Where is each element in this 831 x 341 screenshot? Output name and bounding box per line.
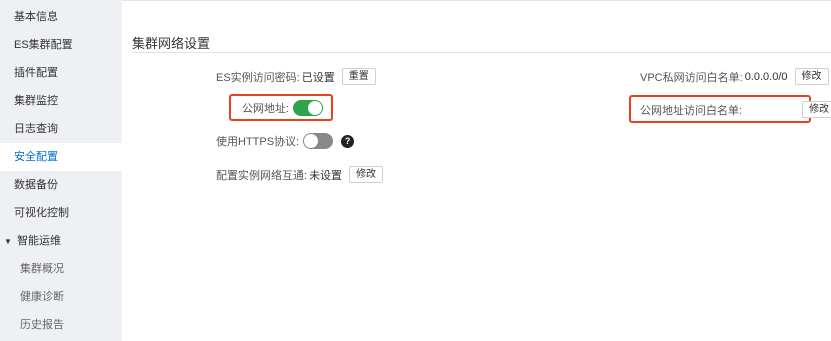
modify-vpc-whitelist-button[interactable]: 修改 <box>794 68 829 85</box>
sidebar-item-es-cluster-config[interactable]: ES集群配置 <box>0 31 122 59</box>
toggle-knob <box>304 134 319 148</box>
help-icon[interactable]: ? <box>341 134 355 148</box>
sidebar-item-cluster-monitor[interactable]: 集群监控 <box>0 87 122 115</box>
public-address-row: 公网地址: <box>242 100 324 116</box>
sidebar-item-cluster-overview[interactable]: 集群概况 <box>0 255 122 283</box>
network-interconnect-row: 配置实例网络互通: 未设置 修改 <box>216 166 384 183</box>
vpc-whitelist-row: VPC私网访问白名单: 0.0.0.0/0 修改 <box>640 68 829 85</box>
section-divider <box>132 52 831 53</box>
public-address-label: 公网地址: <box>242 103 290 115</box>
sidebar: 基本信息 ES集群配置 插件配置 集群监控 日志查询 安全配置 数据备份 可视化… <box>0 0 122 341</box>
https-label: 使用HTTPS协议: <box>216 136 300 148</box>
top-divider <box>122 0 831 1</box>
caret-down-icon: ▼ <box>4 237 12 246</box>
public-whitelist-row: 公网地址访问白名单: 修改 <box>640 101 831 118</box>
sidebar-item-log-query[interactable]: 日志查询 <box>0 115 122 143</box>
sidebar-item-data-backup[interactable]: 数据备份 <box>0 171 122 199</box>
toggle-knob <box>308 101 323 115</box>
es-password-label: ES实例访问密码: <box>216 71 300 84</box>
sidebar-item-security-config[interactable]: 安全配置 <box>0 143 122 171</box>
sidebar-item-plugin-config[interactable]: 插件配置 <box>0 59 122 87</box>
public-whitelist-label: 公网地址访问白名单: <box>640 104 743 117</box>
network-interconnect-status: 未设置 <box>309 169 343 182</box>
sidebar-item-visual-control[interactable]: 可视化控制 <box>0 199 122 227</box>
https-toggle[interactable] <box>303 133 334 149</box>
network-interconnect-label: 配置实例网络互通: <box>216 169 308 182</box>
sidebar-group-label: 智能运维 <box>17 235 62 247</box>
sidebar-item-basic-info[interactable]: 基本信息 <box>0 3 122 31</box>
vpc-whitelist-value: 0.0.0.0/0 <box>744 70 788 83</box>
modify-public-whitelist-button[interactable]: 修改 <box>802 101 831 118</box>
public-address-toggle[interactable] <box>293 100 324 116</box>
sidebar-item-history-report[interactable]: 历史报告 <box>0 311 122 339</box>
es-password-row: ES实例访问密码: 已设置 重置 <box>216 68 376 85</box>
sidebar-group-smart-ops[interactable]: ▼ 智能运维 <box>0 227 122 255</box>
reset-password-button[interactable]: 重置 <box>341 68 376 85</box>
modify-interconnect-button[interactable]: 修改 <box>349 166 384 183</box>
sidebar-item-health-diagnosis[interactable]: 健康诊断 <box>0 283 122 311</box>
section-title: 集群网络设置 <box>132 36 211 51</box>
https-row: 使用HTTPS协议: ? <box>216 133 355 149</box>
es-password-status: 已设置 <box>301 71 335 84</box>
vpc-whitelist-label: VPC私网访问白名单: <box>640 71 743 84</box>
